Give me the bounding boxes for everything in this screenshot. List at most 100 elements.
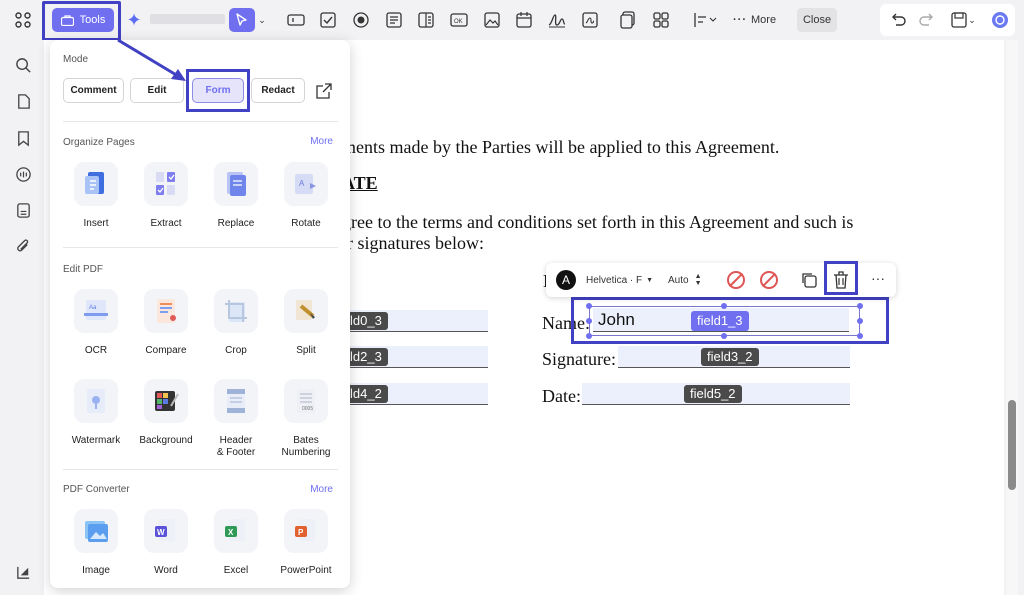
image-field-icon[interactable] (481, 9, 503, 31)
more-label: More (751, 14, 777, 26)
extract-tool[interactable]: Extract (130, 162, 200, 234)
resize-handle[interactable] (586, 318, 592, 324)
attachment-list-icon[interactable] (13, 200, 33, 220)
svg-text:W: W (157, 528, 165, 537)
close-button[interactable]: Close (797, 8, 837, 32)
updown-icon: ▲ ▼ (694, 273, 702, 287)
text-color-button[interactable]: A (556, 270, 576, 290)
divider (63, 469, 338, 470)
form-highlight-frame (186, 69, 250, 112)
resize-handle[interactable] (721, 303, 727, 309)
resize-handle[interactable] (857, 333, 863, 339)
split-icon (284, 289, 328, 333)
grid-icon[interactable] (12, 9, 34, 31)
image-icon (74, 509, 118, 553)
extract-icon (144, 162, 188, 206)
search-icon[interactable] (13, 55, 33, 75)
ocr-icon: Aa (74, 289, 118, 333)
crop-icon (214, 289, 258, 333)
layers-icon[interactable] (13, 562, 33, 582)
ok-button-icon[interactable]: OK (448, 9, 470, 31)
rotate-icon: A (284, 162, 328, 206)
font-size-dropdown[interactable]: Auto ▲ ▼ (668, 271, 702, 289)
powerpoint-tool[interactable]: P PowerPoint (270, 509, 340, 581)
compare-label: Compare (145, 345, 187, 356)
watermark-tool[interactable]: Watermark (60, 379, 130, 451)
digital-signature-icon[interactable] (579, 9, 601, 31)
insert-tool[interactable]: Insert (60, 162, 130, 234)
copy-icon[interactable] (800, 271, 818, 289)
field-tag: ld4_2 (344, 385, 388, 403)
mode-comment-button[interactable]: Comment (63, 78, 124, 103)
radio-button-icon[interactable] (350, 9, 372, 31)
compare-tool[interactable]: Compare (130, 289, 200, 361)
ai-sparkle-icon[interactable]: ✦ (124, 10, 144, 30)
date-field-icon[interactable] (513, 9, 535, 31)
image-tool[interactable]: Image (60, 509, 130, 581)
checkbox-icon[interactable] (317, 9, 339, 31)
combo-box-icon[interactable] (383, 9, 405, 31)
font-dropdown[interactable]: Helvetica · F ▼ (586, 271, 653, 289)
select-tool-button[interactable] (229, 8, 255, 32)
word-icon: W (144, 509, 188, 553)
duplicate-pages-icon[interactable] (617, 9, 639, 31)
signature-field-icon[interactable] (546, 9, 568, 31)
divider (63, 121, 338, 122)
ai-assistant-icon[interactable] (989, 9, 1011, 31)
comments-icon[interactable] (13, 164, 33, 184)
bates-numbering-label: Bates Numbering (281, 435, 331, 458)
chevron-down-icon[interactable]: ⌄ (966, 9, 978, 31)
word-tool[interactable]: W Word (130, 509, 200, 581)
border-color-none-icon[interactable] (727, 271, 745, 289)
svg-text:OK: OK (454, 19, 463, 25)
tools-highlight-frame (42, 1, 121, 41)
redo-icon[interactable] (916, 9, 938, 31)
name-field-value: John (598, 310, 635, 329)
export-icon[interactable] (315, 82, 333, 100)
caret-down-icon: ▼ (646, 276, 654, 284)
ocr-tool[interactable]: Aa OCR (60, 289, 130, 361)
resize-handle[interactable] (857, 303, 863, 309)
more-options-icon[interactable]: ··· (868, 271, 888, 289)
rotate-tool[interactable]: A Rotate (270, 162, 340, 234)
mode-redact-button[interactable]: Redact (251, 78, 305, 103)
fill-color-none-icon[interactable] (760, 271, 778, 289)
scrollbar-thumb[interactable] (1008, 400, 1016, 490)
bookmark-icon[interactable] (13, 128, 33, 148)
field-tag: ld2_3 (344, 348, 388, 366)
crop-tool[interactable]: Crop (200, 289, 270, 361)
background-tool[interactable]: Background (130, 379, 200, 451)
list-box-icon[interactable] (415, 9, 437, 31)
scroll-track (1006, 40, 1018, 595)
chevron-down-icon[interactable]: ⌄ (256, 9, 268, 31)
align-icon[interactable] (692, 9, 720, 31)
mode-edit-button[interactable]: Edit (130, 78, 184, 103)
layout-grid-icon[interactable] (650, 9, 672, 31)
replace-tool[interactable]: Replace (200, 162, 270, 234)
organize-more-link[interactable]: More (310, 136, 333, 147)
paperclip-icon[interactable] (13, 236, 33, 256)
resize-handle[interactable] (586, 333, 592, 339)
pages-icon[interactable] (13, 91, 33, 111)
tools-panel: Mode Comment Edit Form Redact Organize P… (50, 40, 350, 588)
resize-handle[interactable] (857, 318, 863, 324)
excel-icon: X (214, 509, 258, 553)
mode-heading: Mode (63, 54, 89, 65)
more-button[interactable]: ··· More (733, 10, 776, 30)
resize-handle[interactable] (721, 333, 727, 339)
split-tool[interactable]: Split (270, 289, 340, 361)
converter-more-link[interactable]: More (310, 484, 333, 495)
toolbar-separator (150, 14, 225, 24)
ocr-label: OCR (84, 345, 108, 356)
undo-icon[interactable] (887, 9, 909, 31)
resize-handle[interactable] (586, 303, 592, 309)
header-footer-tool[interactable]: Header & Footer (200, 379, 270, 458)
font-label: Helvetica · F (586, 274, 643, 286)
trash-icon[interactable] (832, 270, 850, 290)
bates-numbering-tool[interactable]: 0005 Bates Numbering (270, 379, 340, 458)
field-properties-toolbar: A Helvetica · F ▼ Auto ▲ ▼ ··· (546, 261, 896, 297)
text-field-icon[interactable] (285, 9, 307, 31)
size-label: Auto (668, 274, 689, 286)
field-tag: field3_2 (701, 348, 759, 366)
excel-tool[interactable]: X Excel (200, 509, 270, 581)
